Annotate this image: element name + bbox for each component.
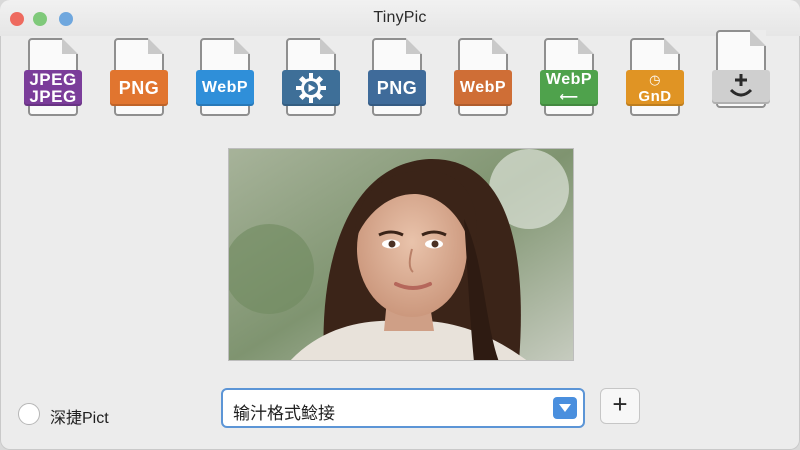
arrow-left-icon: ⟵ (559, 89, 579, 104)
portrait-image (229, 149, 573, 360)
format-toolbar: JPEG JPEG PNG WebP PNG WebP WebP ⟵ ◷ GnD (0, 30, 800, 126)
jpeg-format-button[interactable]: JPEG JPEG (24, 38, 86, 118)
webp-badge: WebP ⟵ (540, 70, 598, 106)
png-alt-format-button[interactable]: PNG (368, 38, 430, 118)
image-preview (228, 148, 574, 361)
badge-label: JPEG (29, 87, 77, 106)
png-format-button[interactable]: PNG (110, 38, 172, 118)
png-badge: PNG (110, 70, 168, 106)
badge-label: WebP (201, 79, 249, 96)
webp-badge: WebP (454, 70, 512, 106)
pict-checkbox[interactable] (18, 403, 40, 425)
plus-tray-icon (729, 74, 753, 97)
chevron-down-icon[interactable] (553, 397, 577, 419)
gnd-format-button[interactable]: ◷ GnD (626, 38, 688, 118)
badge-label: PNG (376, 77, 418, 98)
clock-icon: ◷ (649, 72, 661, 87)
badge-label: WebP (459, 79, 507, 96)
checkbox-label: 深捷Pict (50, 410, 109, 427)
badge-label: GnD (638, 88, 672, 105)
add-button[interactable]: + (600, 388, 640, 424)
window-title: TinyPic (373, 9, 427, 26)
png-badge: PNG (368, 70, 426, 106)
gear-icon (282, 70, 340, 106)
add-download-icon (712, 70, 770, 104)
webp-badge: WebP (196, 70, 254, 106)
gear-play-icon (296, 73, 326, 103)
badge-label: WebP (545, 71, 593, 88)
badge-label: JPEG (29, 70, 77, 89)
webp-orange-format-button[interactable]: WebP (454, 38, 516, 118)
jpeg-badge: JPEG JPEG (24, 70, 82, 106)
chevron-down-glyph (559, 404, 571, 412)
gnd-badge: ◷ GnD (626, 70, 684, 106)
settings-format-button[interactable] (282, 38, 344, 118)
webp-format-button[interactable]: WebP (196, 38, 258, 118)
app-window: TinyPic JPEG JPEG PNG WebP PNG WebP WebP… (0, 0, 800, 450)
add-format-button[interactable] (712, 30, 774, 110)
webp-green-format-button[interactable]: WebP ⟵ (540, 38, 602, 118)
output-format-select[interactable]: 输汁格式鲶接 (221, 388, 585, 428)
select-value: 输汁格式鲶接 (233, 404, 335, 423)
badge-label: PNG (118, 77, 160, 98)
bottom-bar: 深捷Pict 输汁格式鲶接 + (0, 380, 800, 440)
